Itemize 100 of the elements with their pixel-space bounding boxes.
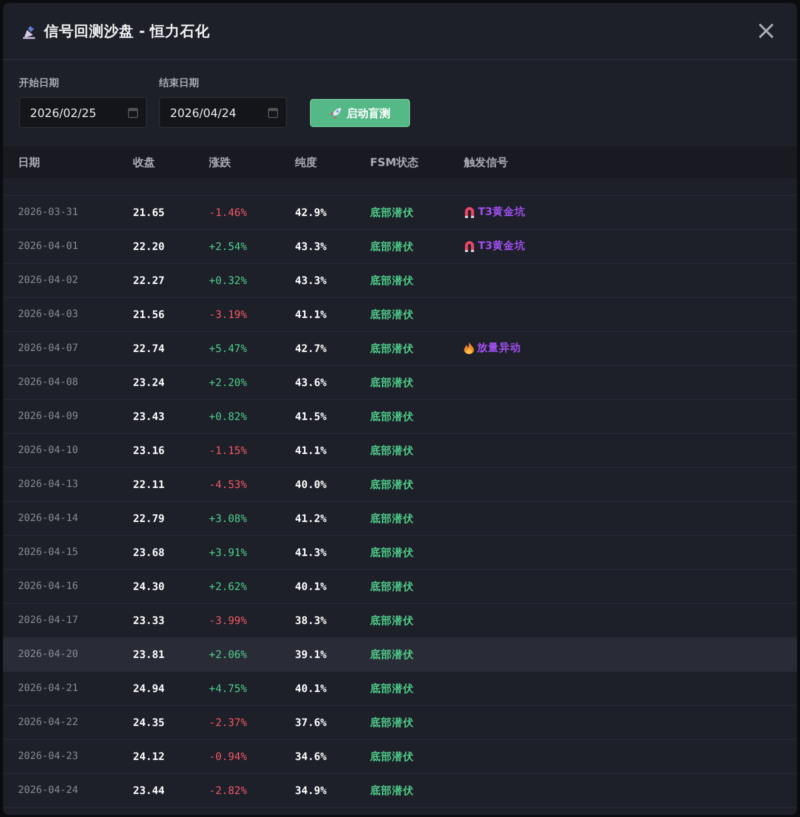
change-cell-text: +4.75% bbox=[209, 682, 248, 694]
change-cell-text: +5.47% bbox=[209, 342, 248, 354]
change-cell-text: -4.53% bbox=[209, 478, 248, 490]
date-cell-text: 2026-04-08 bbox=[18, 377, 80, 388]
change-cell-text: -1.46% bbox=[209, 206, 248, 218]
close-cell-text: 24.12 bbox=[133, 750, 166, 762]
purity-cell-text: 34.6% bbox=[295, 750, 328, 762]
state-cell-text: 底部潜伏 bbox=[370, 614, 415, 628]
dialog-title: 信号回测沙盘 - 恒力石化 bbox=[44, 22, 212, 40]
state-cell-text: 底部潜伏 bbox=[370, 750, 415, 764]
close-cell-text: 23.24 bbox=[133, 376, 166, 388]
close-cell-text: 23.44 bbox=[133, 784, 166, 796]
date-cell-text: 2026-04-02 bbox=[18, 275, 80, 286]
column-header: 纯度 bbox=[295, 154, 318, 170]
state-cell-text: 底部潜伏 bbox=[370, 308, 415, 322]
date-cell-text: 2026-04-07 bbox=[18, 343, 80, 354]
close-cell-text: 22.79 bbox=[133, 512, 166, 524]
signal-label: 放量异动 bbox=[477, 340, 521, 354]
date-cell-text: 2026-04-20 bbox=[18, 649, 80, 660]
date-cell-text: 2026-04-13 bbox=[18, 479, 80, 490]
change-cell-text: +2.54% bbox=[209, 240, 248, 252]
purity-cell-text: 38.3% bbox=[295, 614, 328, 626]
close-cell-text: 24.30 bbox=[133, 580, 166, 592]
calendar-icon[interactable] bbox=[128, 108, 138, 118]
change-cell-text: +3.08% bbox=[209, 512, 248, 524]
state-cell-text: 底部潜伏 bbox=[370, 580, 415, 594]
state-cell-text: 底部潜伏 bbox=[370, 410, 415, 424]
purity-cell-text: 41.1% bbox=[295, 444, 328, 456]
purity-cell-text: 43.3% bbox=[295, 274, 328, 286]
date-cell-text: 2026-03-31 bbox=[18, 207, 80, 218]
close-cell-text: 21.65 bbox=[133, 206, 166, 218]
change-cell-text: -2.82% bbox=[209, 784, 248, 796]
close-button[interactable]: × bbox=[751, 18, 781, 44]
state-cell-text: 底部潜伏 bbox=[370, 546, 415, 560]
calendar-icon[interactable] bbox=[268, 108, 278, 118]
column-header: 收盘 bbox=[133, 154, 156, 170]
flame-icon bbox=[464, 342, 474, 354]
purity-cell-text: 42.9% bbox=[295, 206, 328, 218]
state-cell-text: 底部潜伏 bbox=[370, 716, 415, 730]
purity-cell-text: 43.6% bbox=[295, 376, 328, 388]
state-cell-text: 底部潜伏 bbox=[370, 274, 415, 288]
change-cell-text: -1.15% bbox=[209, 444, 248, 456]
change-cell-text: -0.94% bbox=[209, 750, 248, 762]
date-cell-text: 2026-04-17 bbox=[18, 615, 80, 626]
close-cell-text: 21.56 bbox=[133, 308, 166, 320]
purity-cell-text: 41.2% bbox=[295, 512, 328, 524]
state-cell-text: 底部潜伏 bbox=[370, 206, 415, 220]
column-header: FSM状态 bbox=[370, 154, 420, 170]
date-cell-text: 2026-04-21 bbox=[18, 683, 80, 694]
field-label: 开始日期 bbox=[19, 76, 60, 90]
magnet-icon bbox=[464, 240, 475, 252]
change-cell-text: +2.62% bbox=[209, 580, 248, 592]
close-cell-text: 22.11 bbox=[133, 478, 166, 490]
column-header: 涨跌 bbox=[209, 154, 232, 170]
close-cell-text: 22.27 bbox=[133, 274, 166, 286]
close-cell-text: 24.94 bbox=[133, 682, 166, 694]
purity-cell-text: 34.9% bbox=[295, 784, 328, 796]
state-cell-text: 底部潜伏 bbox=[370, 648, 415, 662]
purity-cell-text: 39.1% bbox=[295, 648, 328, 660]
date-cell-text: 2026-04-03 bbox=[18, 309, 80, 320]
state-cell-text: 底部潜伏 bbox=[370, 784, 415, 798]
change-cell-text: -3.99% bbox=[209, 614, 248, 626]
purity-cell-text: 37.6% bbox=[295, 716, 328, 728]
purity-cell-text: 41.3% bbox=[295, 546, 328, 558]
state-cell-text: 底部潜伏 bbox=[370, 682, 415, 696]
purity-cell-text: 41.5% bbox=[295, 410, 328, 422]
state-cell-text: 底部潜伏 bbox=[370, 512, 415, 526]
close-cell-text: 22.74 bbox=[133, 342, 166, 354]
date-cell-text: 2026-04-01 bbox=[18, 241, 80, 252]
date-cell-text: 2026-04-24 bbox=[18, 785, 80, 796]
date-cell-text: 2026-04-22 bbox=[18, 717, 80, 728]
date-cell-text: 2026-04-14 bbox=[18, 513, 80, 524]
close-cell-text: 23.81 bbox=[133, 648, 166, 660]
close-cell-text: 22.20 bbox=[133, 240, 166, 252]
change-cell-text: -3.19% bbox=[209, 308, 248, 320]
change-cell-text: -2.37% bbox=[209, 716, 248, 728]
date-field[interactable]: 2026/02/25 bbox=[19, 97, 147, 128]
date-cell-text: 2026-04-16 bbox=[18, 581, 80, 592]
date-cell-text: 2026-04-09 bbox=[18, 411, 80, 422]
magnet-icon bbox=[464, 206, 475, 218]
close-cell-text: 24.35 bbox=[133, 716, 166, 728]
date-cell-text: 2026-04-23 bbox=[18, 751, 80, 762]
column-header: 触发信号 bbox=[464, 154, 509, 170]
rocket-icon bbox=[330, 107, 342, 119]
date-field[interactable]: 2026/04/24 bbox=[159, 97, 287, 128]
state-cell-text: 底部潜伏 bbox=[370, 240, 415, 254]
purity-cell-text: 43.3% bbox=[295, 240, 328, 252]
change-cell-text: +0.32% bbox=[209, 274, 248, 286]
state-cell-text: 底部潜伏 bbox=[370, 444, 415, 458]
purity-cell-text: 41.1% bbox=[295, 308, 328, 320]
field-label: 结束日期 bbox=[159, 76, 200, 90]
close-cell-text: 23.16 bbox=[133, 444, 166, 456]
change-cell-text: +3.91% bbox=[209, 546, 248, 558]
state-cell-text: 底部潜伏 bbox=[370, 478, 415, 492]
date-cell-text: 2026-04-10 bbox=[18, 445, 80, 456]
signal-label: T3黄金坑 bbox=[478, 204, 526, 218]
change-cell-text: +2.20% bbox=[209, 376, 248, 388]
state-cell-text: 底部潜伏 bbox=[370, 376, 415, 390]
date-cell-text: 2026-04-15 bbox=[18, 547, 80, 558]
signal-label: T3黄金坑 bbox=[478, 238, 526, 252]
